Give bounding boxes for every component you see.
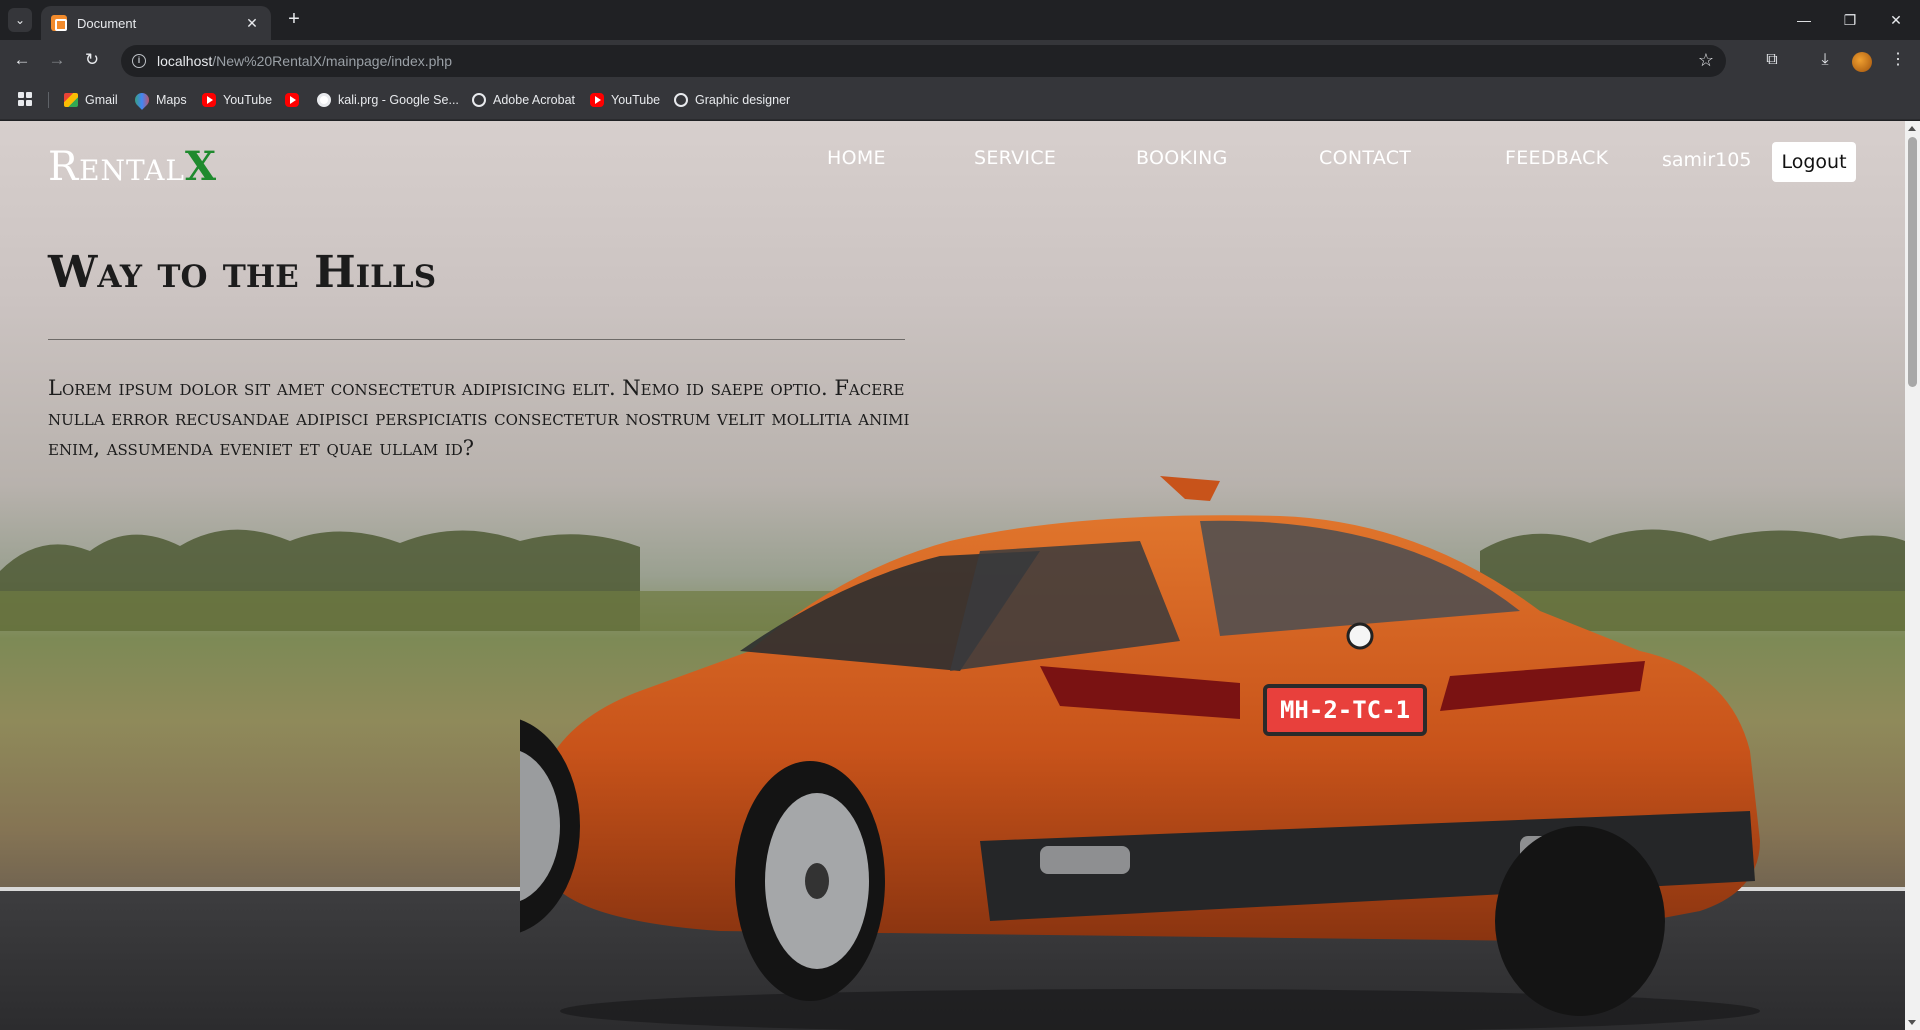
maps-icon xyxy=(132,90,152,110)
minimize-button[interactable]: — xyxy=(1784,8,1824,32)
url-path: /New%20RentalX/mainpage/index.php xyxy=(212,53,452,69)
apps-grid-icon[interactable] xyxy=(18,92,32,106)
nav-contact[interactable]: CONTACT xyxy=(1319,147,1411,169)
page-scrollbar[interactable] xyxy=(1905,121,1920,1030)
restore-button[interactable]: ❐ xyxy=(1830,8,1870,32)
license-plate-text: MH-2-TC-1 xyxy=(1280,696,1410,724)
extensions-icon[interactable]: ⧉ xyxy=(1760,48,1784,72)
nav-service[interactable]: SERVICE xyxy=(974,147,1056,169)
tab-search-button[interactable]: ⌄ xyxy=(8,8,32,32)
bookmark-label: kali.prg - Google Se... xyxy=(338,93,459,107)
bookmark-google-search[interactable]: kali.prg - Google Se... xyxy=(317,91,459,109)
download-icon[interactable]: ⤓ xyxy=(1813,48,1837,72)
bookmark-maps[interactable]: Maps xyxy=(132,90,187,110)
bookmarks-divider xyxy=(48,92,49,108)
hero-title: Way to the Hills xyxy=(48,247,437,298)
bookmark-adobe-acrobat[interactable]: Adobe Acrobat xyxy=(472,91,575,109)
address-bar[interactable]: i localhost/New%20RentalX/mainpage/index… xyxy=(121,45,1726,77)
logout-button[interactable]: Logout xyxy=(1772,142,1856,182)
hero-divider xyxy=(48,339,905,340)
bookmark-youtube[interactable]: YouTube xyxy=(202,91,272,109)
scroll-up-arrow[interactable] xyxy=(1908,126,1916,131)
bookmark-star-icon[interactable]: ☆ xyxy=(1698,50,1714,71)
nav-booking[interactable]: BOOKING xyxy=(1136,147,1228,169)
site-logo[interactable]: RentalX xyxy=(48,143,217,190)
reload-button[interactable]: ↻ xyxy=(80,48,104,72)
site-info-icon[interactable]: i xyxy=(132,54,146,68)
logo-accent-text: X xyxy=(185,143,218,190)
profile-avatar[interactable] xyxy=(1852,52,1872,72)
youtube-icon xyxy=(202,93,216,107)
bookmark-label: Maps xyxy=(156,93,187,107)
browser-toolbar: ← → ↻ i localhost/New%20RentalX/mainpage… xyxy=(0,40,1920,80)
bookmark-label: Gmail xyxy=(85,93,118,107)
bookmark-label: YouTube xyxy=(611,93,661,107)
xampp-favicon-icon xyxy=(51,15,67,31)
bookmark-label: Graphic designer xyxy=(695,93,791,107)
scroll-down-arrow[interactable] xyxy=(1908,1020,1916,1025)
youtube-icon xyxy=(285,93,299,107)
gmail-icon xyxy=(64,93,78,107)
hero-paragraph: Lorem ipsum dolor sit amet consectetur a… xyxy=(48,376,910,460)
globe-icon xyxy=(472,93,486,107)
nav-home[interactable]: HOME xyxy=(827,147,886,169)
bookmark-youtube-2[interactable]: YouTube xyxy=(590,91,660,109)
url-host: localhost xyxy=(157,53,213,69)
close-window-button[interactable]: ✕ xyxy=(1876,8,1916,32)
forward-button[interactable]: → xyxy=(45,48,69,72)
new-tab-button[interactable]: + xyxy=(282,8,306,32)
bookmark-youtube-icon-only[interactable] xyxy=(285,91,306,109)
bookmark-gmail[interactable]: Gmail xyxy=(64,91,118,109)
nav-feedback[interactable]: FEEDBACK xyxy=(1505,147,1608,169)
page-viewport: MH-2-TC-1 RentalX HOME SERVICE BOOKING C… xyxy=(0,121,1905,1030)
active-tab[interactable]: Document ✕ xyxy=(41,6,271,40)
bookmark-graphic-designer[interactable]: Graphic designer xyxy=(674,91,790,109)
bookmarks-bar: Gmail Maps YouTube kali.prg - Google Se.… xyxy=(0,80,1920,120)
logo-main-text: Rental xyxy=(48,144,186,190)
globe-icon xyxy=(674,93,688,107)
scroll-thumb[interactable] xyxy=(1908,137,1917,387)
tab-title: Document xyxy=(77,15,137,31)
car-image: MH-2-TC-1 xyxy=(520,476,1760,1030)
youtube-icon xyxy=(590,93,604,107)
bookmark-label: YouTube xyxy=(223,93,273,107)
google-icon xyxy=(317,93,331,107)
tab-close-icon[interactable]: ✕ xyxy=(243,15,261,32)
menu-kebab-icon[interactable]: ⋮ xyxy=(1886,48,1910,72)
bookmark-label: Adobe Acrobat xyxy=(493,93,576,107)
back-button[interactable]: ← xyxy=(10,48,34,72)
url-text[interactable]: localhost/New%20RentalX/mainpage/index.p… xyxy=(157,53,452,69)
username-label: samir105 xyxy=(1662,149,1752,171)
tab-bar: ⌄ Document ✕ + — ❐ ✕ xyxy=(0,0,1920,40)
